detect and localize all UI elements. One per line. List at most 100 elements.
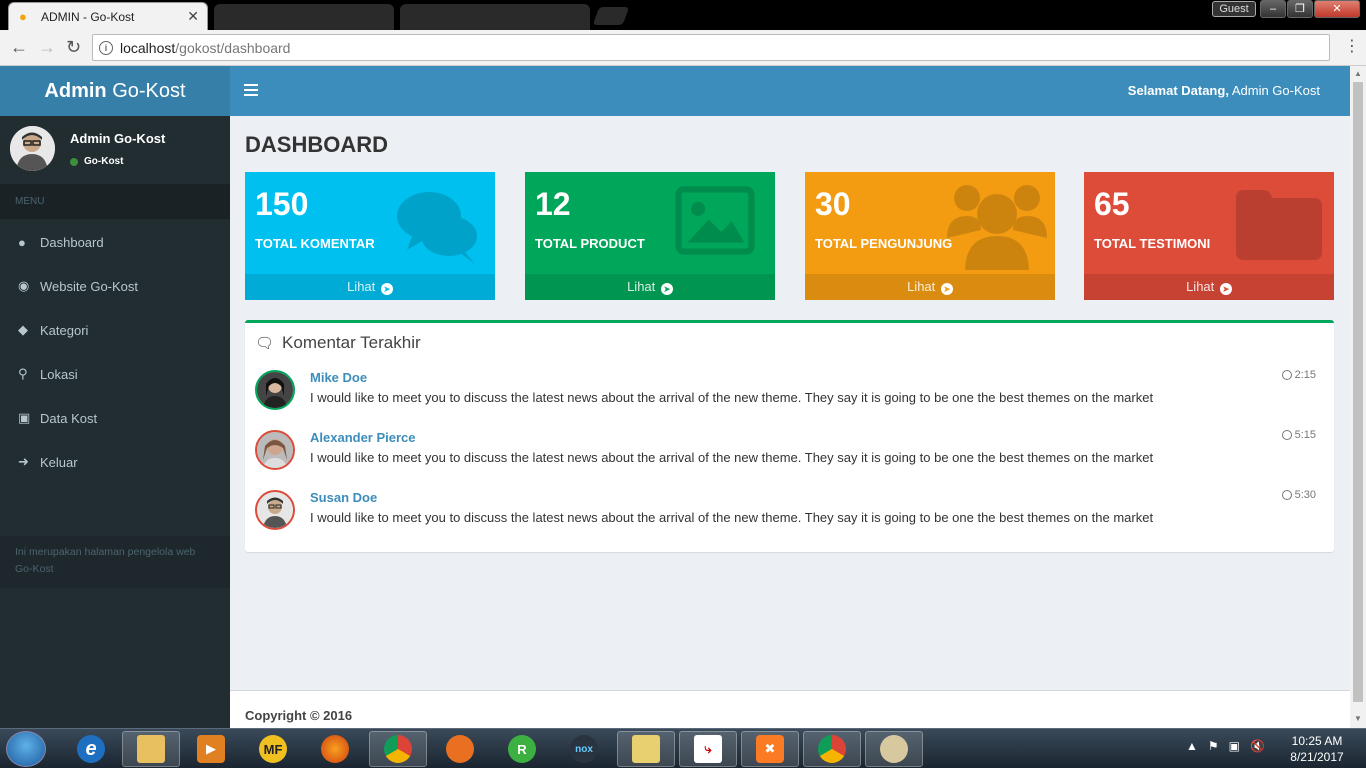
clock-icon [1281, 490, 1292, 500]
address-bar: ← → ↻ i localhost/gokost/dashboard ⋮ [0, 30, 1366, 66]
taskbar: e ▶ MF R nox ⤷ ✖ ▲ ⚑ ▣ 🔇 10:25 AM 8/21/2… [0, 728, 1366, 768]
stat-label: TOTAL KOMENTAR [255, 236, 375, 251]
sidebar-item-dashboard[interactable]: ● Dashboard [0, 220, 230, 264]
comment-text: I would like to meet you to discuss the … [310, 390, 1154, 405]
browser-menu-icon[interactable]: ⋮ [1344, 39, 1360, 55]
clock-time: 10:25 AM [1291, 734, 1343, 748]
reload-icon[interactable]: ↻ [66, 38, 81, 56]
tab-background[interactable] [400, 4, 590, 30]
sidebar-item-keluar[interactable]: ➜ Keluar [0, 440, 230, 484]
info-icon[interactable]: i [99, 40, 113, 55]
close-icon[interactable]: ✕ [187, 8, 199, 25]
clock-date: 8/21/2017 [1290, 750, 1344, 764]
guest-badge[interactable]: Guest [1212, 1, 1256, 17]
clock-icon [1281, 370, 1292, 380]
nox-icon: nox [570, 735, 598, 763]
stat-footer-link[interactable]: Lihat ➤ [525, 274, 775, 300]
stat-value: 65 [1094, 186, 1130, 222]
comment-author-link[interactable]: Alexander Pierce [310, 430, 416, 445]
comments-panel-title: 🗨 Komentar Terakhir [255, 333, 421, 353]
image-icon [675, 186, 755, 255]
flag-icon[interactable]: ⚑ [1208, 739, 1219, 753]
url-input[interactable]: i localhost/gokost/dashboard [92, 34, 1330, 61]
forward-arrow-icon[interactable]: → [38, 38, 56, 56]
taskbar-app-button[interactable] [803, 731, 861, 767]
taskbar-app-button[interactable] [431, 731, 489, 767]
comment-author-link[interactable]: Mike Doe [310, 370, 367, 385]
stat-footer-link[interactable]: Lihat ➤ [1084, 274, 1334, 300]
system-tray: ▲ ⚑ ▣ 🔇 [1186, 739, 1265, 753]
logo-text: Go-Kost [112, 80, 186, 102]
stat-footer-link[interactable]: Lihat ➤ [245, 274, 495, 300]
arrow-circle-right-icon: ➤ [660, 283, 673, 295]
sidebar-item-label: Website Go-Kost [40, 278, 139, 294]
welcome-bold: Selamat Datang, [1127, 83, 1229, 98]
scroll-up-icon[interactable]: ▲ [1354, 69, 1362, 78]
comment-time: 5:15 [1281, 429, 1316, 441]
comment-avatar [255, 370, 295, 410]
logo[interactable]: Admin Go-Kost [0, 66, 230, 116]
comment-text: I would like to meet you to discuss the … [310, 450, 1154, 465]
stat-footer-link[interactable]: Lihat ➤ [805, 274, 1055, 300]
sidebar-menu: ● Dashboard ◉ Website Go-Kost ◆ Kategori ⚲ L… [0, 220, 230, 484]
scrollbar-thumb[interactable] [1353, 82, 1363, 702]
sidebar-item-lokasi[interactable]: ⚲ Lokasi [0, 352, 230, 396]
taskbar-app-button[interactable]: MF [244, 731, 302, 767]
comment-item: Alexander Pierce I would like to meet yo… [255, 427, 1316, 473]
comment-time: 2:15 [1281, 369, 1316, 381]
sidebar-item-label: Kategori [40, 322, 89, 338]
hamburger-menu-icon[interactable] [244, 84, 258, 96]
tag-icon: ◆ [18, 322, 28, 337]
user-panel: Admin Go-Kost Go-Kost [0, 116, 230, 182]
stat-link-label: Lihat [347, 279, 376, 294]
user-status: Go-Kost [70, 156, 123, 167]
user-name: Admin Go-Kost [70, 131, 166, 146]
close-window-button[interactable]: ✕ [1314, 0, 1360, 18]
taskbar-app-button[interactable] [865, 731, 923, 767]
tab-background[interactable] [214, 4, 394, 30]
taskbar-app-button[interactable] [617, 731, 675, 767]
page-footer: Copyright © 2016 [230, 690, 1350, 728]
logo-bold: Admin [44, 80, 107, 102]
taskbar-app-button[interactable] [306, 731, 364, 767]
maximize-button[interactable]: ❐ [1287, 0, 1313, 18]
tab-title: ADMIN - Go-Kost [41, 9, 135, 24]
taskbar-app-button[interactable]: nox [555, 731, 613, 767]
arrow-circle-right-icon: ➤ [380, 283, 393, 295]
url-host: localhost [120, 39, 176, 56]
back-arrow-icon[interactable]: ← [10, 38, 28, 56]
taskbar-app-button[interactable]: e [62, 731, 120, 767]
comment-author-link[interactable]: Susan Doe [310, 490, 377, 505]
taskbar-app-button[interactable] [122, 731, 180, 767]
vertical-scrollbar[interactable]: ▲ ▼ [1350, 66, 1366, 728]
sidebar-item-website[interactable]: ◉ Website Go-Kost [0, 264, 230, 308]
taskbar-app-button[interactable]: ⤷ [679, 731, 737, 767]
volume-muted-icon[interactable]: 🔇 [1250, 739, 1265, 753]
sidebar-item-data-kost[interactable]: ▣ Data Kost [0, 396, 230, 440]
comments-title-text: Komentar Terakhir [282, 333, 421, 352]
taskbar-app-button[interactable]: ✖ [741, 731, 799, 767]
network-icon[interactable]: ▣ [1229, 739, 1240, 753]
taskbar-clock[interactable]: 10:25 AM 8/21/2017 [1282, 733, 1352, 765]
welcome-text: Selamat Datang, Admin Go-Kost [1128, 83, 1320, 98]
taskbar-app-button[interactable] [369, 731, 427, 767]
show-hidden-icons-icon[interactable]: ▲ [1186, 739, 1198, 753]
tab-active[interactable]: ● ADMIN - Go-Kost ✕ [8, 2, 208, 30]
folder-app-icon [632, 735, 660, 763]
sidebar-item-kategori[interactable]: ◆ Kategori [0, 308, 230, 352]
comment-avatar [255, 430, 295, 470]
xampp-icon: ✖ [756, 735, 784, 763]
internet-explorer-icon: e [77, 735, 105, 763]
image-icon: ▣ [18, 410, 31, 425]
new-tab-button[interactable] [592, 7, 630, 25]
taskbar-app-button[interactable]: R [493, 731, 551, 767]
mf-icon: MF [259, 735, 287, 763]
comment-time-text: 5:15 [1294, 429, 1316, 441]
user-status-label: Go-Kost [84, 156, 124, 167]
taskbar-app-button[interactable]: ▶ [182, 731, 240, 767]
menu-header: MENU [0, 184, 230, 219]
minimize-button[interactable]: – [1260, 0, 1286, 18]
start-button[interactable] [6, 731, 46, 767]
page-title: DASHBOARD [245, 132, 388, 157]
scroll-down-icon[interactable]: ▼ [1354, 714, 1362, 723]
